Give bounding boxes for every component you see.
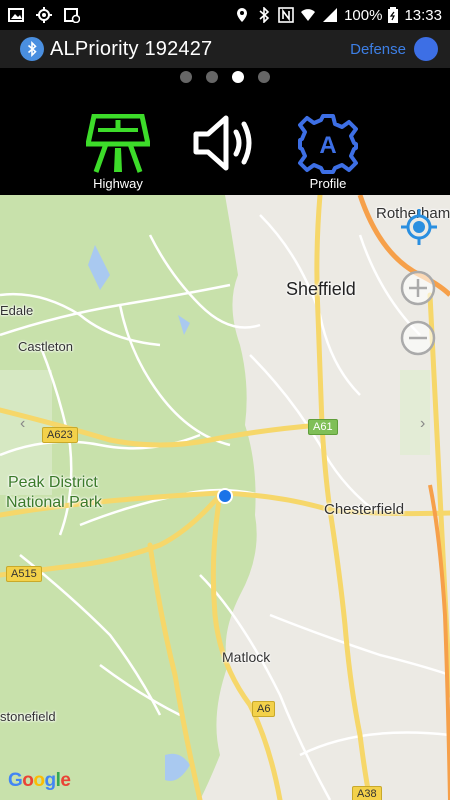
road-shield-a61: A61 <box>308 419 338 435</box>
highway-button[interactable]: Highway <box>86 114 150 191</box>
place-label-chesterfield: Chesterfield <box>324 501 405 518</box>
place-label-edale: Edale <box>0 303 34 318</box>
clock: 13:33 <box>404 6 442 24</box>
calendar-icon <box>64 8 80 23</box>
signal-icon <box>323 8 338 22</box>
place-label-peak-district: Peak District <box>8 474 98 491</box>
profile-button[interactable]: A Profile <box>298 114 358 191</box>
pan-right-arrow-icon[interactable]: › <box>420 415 425 433</box>
nfc-icon <box>278 7 294 23</box>
location-icon <box>237 8 248 22</box>
place-label-sheffield: Sheffield <box>286 279 356 299</box>
speaker-icon <box>193 115 252 171</box>
highway-icon <box>86 114 150 173</box>
zoom-out-button[interactable] <box>399 319 439 359</box>
place-label-national-park: National Park <box>6 494 103 511</box>
place-label-matlock: Matlock <box>222 649 271 665</box>
google-logo: Google <box>8 770 71 791</box>
page-dot-active[interactable] <box>232 71 244 83</box>
quick-actions: Highway A Profile <box>0 86 450 195</box>
bluetooth-icon <box>259 7 270 23</box>
profile-gear-icon: A <box>298 114 358 174</box>
place-label-castleton: Castleton <box>18 339 73 354</box>
zoom-in-button[interactable] <box>399 269 439 309</box>
my-location-button[interactable] <box>399 207 439 247</box>
crosshair-icon <box>36 7 52 23</box>
current-location-dot <box>219 490 231 502</box>
profile-label: Profile <box>309 176 347 191</box>
image-icon <box>8 8 24 22</box>
map-view[interactable]: Rotherham Sheffield Edale Castleton Peak… <box>0 195 450 800</box>
wifi-icon <box>301 9 316 21</box>
road-shield-a515: A515 <box>6 566 42 582</box>
highway-label: Highway <box>93 176 143 191</box>
road-shield-a623: A623 <box>42 427 78 443</box>
page-dot[interactable] <box>206 71 218 83</box>
battery-percent: 100% <box>344 6 383 24</box>
zoom-out-icon <box>400 320 436 356</box>
page-dot[interactable] <box>180 71 192 83</box>
battery-icon <box>388 7 399 23</box>
status-bar: 100% 13:33 <box>0 0 450 30</box>
pan-left-arrow-icon[interactable]: ‹ <box>20 415 25 433</box>
zoom-in-icon <box>400 270 436 306</box>
road-shield-a6: A6 <box>252 701 276 717</box>
app-bar: ALPriority 192427 Defense <box>0 30 450 68</box>
app-title: ALPriority 192427 <box>50 37 213 60</box>
place-label-stonefield: stonefield <box>0 709 56 724</box>
sound-button[interactable] <box>192 114 256 172</box>
bluetooth-status-icon[interactable] <box>20 37 44 61</box>
mode-label[interactable]: Defense <box>350 41 406 58</box>
road-shield-a38: A38 <box>352 786 382 800</box>
mode-indicator[interactable] <box>414 37 438 61</box>
page-indicator <box>0 68 450 86</box>
page-dot[interactable] <box>258 71 270 83</box>
profile-glyph: A <box>319 132 336 159</box>
my-location-icon <box>401 209 437 245</box>
